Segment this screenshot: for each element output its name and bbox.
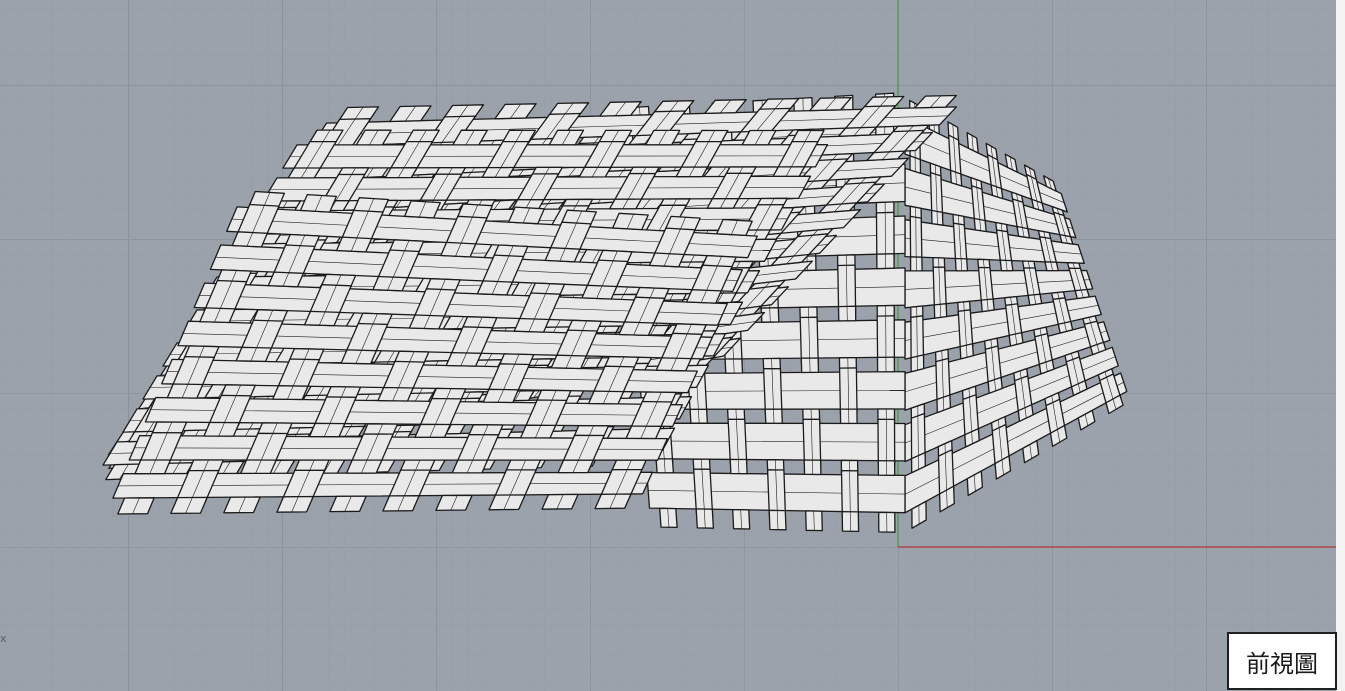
- viewport-title-text: 前視圖: [1246, 649, 1318, 678]
- front-viewport[interactable]: x 前視圖: [0, 0, 1345, 691]
- viewport-right-border: [1336, 0, 1345, 691]
- woven-lattice-model[interactable]: [102, 92, 1128, 533]
- world-axis-marker: x: [0, 632, 7, 645]
- viewport-scene[interactable]: [0, 0, 1345, 691]
- viewport-title-label[interactable]: 前視圖: [1227, 632, 1337, 690]
